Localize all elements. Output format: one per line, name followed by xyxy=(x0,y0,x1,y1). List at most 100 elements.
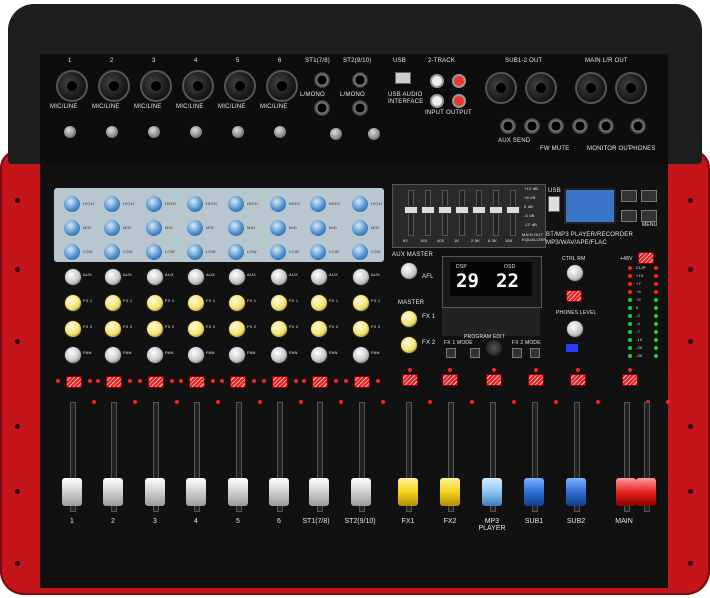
st1-left-jack[interactable] xyxy=(314,72,330,88)
fader-knob-8[interactable] xyxy=(351,478,371,506)
phantom-switch[interactable] xyxy=(638,252,654,264)
rca-in-left[interactable] xyxy=(430,74,444,88)
eq-mid-label[interactable]: MID xyxy=(83,225,91,230)
fx1-knob-ch8[interactable] xyxy=(352,294,370,312)
eq-low-knob-ch1[interactable] xyxy=(64,244,80,260)
fx2-knob-ch8[interactable] xyxy=(352,320,370,338)
eq-high-knob-ch7[interactable] xyxy=(310,196,326,212)
eq-high-knob-ch5[interactable] xyxy=(228,196,244,212)
aux-knob-ch2[interactable] xyxy=(104,268,122,286)
eq-low-label[interactable]: LOW xyxy=(165,249,175,254)
pan-knob-ch8[interactable] xyxy=(352,346,370,364)
bus-mute-button-1[interactable] xyxy=(402,374,418,386)
fw-mute-jack[interactable] xyxy=(548,118,564,134)
mute-button-ch3[interactable] xyxy=(148,376,164,388)
eq-mid-label[interactable]: MID xyxy=(123,225,131,230)
ctrl-rm-knob[interactable] xyxy=(566,264,584,282)
fader-knob-4[interactable] xyxy=(186,478,206,506)
geq-slider-1K[interactable] xyxy=(455,206,469,214)
fader-knob-1[interactable] xyxy=(62,478,82,506)
fader-knob-5[interactable] xyxy=(228,478,248,506)
eq-mid-knob-ch4[interactable] xyxy=(187,220,203,236)
eq-mid-label[interactable]: MID xyxy=(206,225,214,230)
eq-low-label[interactable]: LOW xyxy=(123,249,133,254)
aux-knob-ch3[interactable] xyxy=(146,268,164,286)
eq-mid-knob-ch2[interactable] xyxy=(104,220,120,236)
eq-hi-label[interactable]: HIGH xyxy=(247,201,258,206)
usb-port[interactable] xyxy=(395,72,411,84)
fader-knob-3[interactable] xyxy=(145,478,165,506)
fader-knob-13[interactable] xyxy=(566,478,586,506)
pan-knob-ch6[interactable] xyxy=(270,346,288,364)
eq-low-knob-ch4[interactable] xyxy=(187,244,203,260)
fx2-knob-ch3[interactable] xyxy=(146,320,164,338)
eq-mid-label[interactable]: MID xyxy=(289,225,297,230)
aux-knob-ch7[interactable] xyxy=(310,268,328,286)
eq-hi-label[interactable]: HIGH xyxy=(206,201,217,206)
fx-l-jack[interactable] xyxy=(524,118,540,134)
bus-mute-button-4[interactable] xyxy=(528,374,544,386)
eq-mid-label[interactable]: MID xyxy=(329,225,337,230)
eq-mid-knob-ch8[interactable] xyxy=(352,220,368,236)
eq-high-knob-ch1[interactable] xyxy=(64,196,80,212)
fx1-knob-ch4[interactable] xyxy=(187,294,205,312)
eq-hi-label[interactable]: HIGH xyxy=(371,201,382,206)
eq-high-knob-ch6[interactable] xyxy=(270,196,286,212)
mute-button-ch8[interactable] xyxy=(354,376,370,388)
geq-slider-16K[interactable] xyxy=(506,206,520,214)
eq-low-label[interactable]: LOW xyxy=(289,249,299,254)
gain-knob-6[interactable] xyxy=(274,126,286,138)
aux-knob-ch8[interactable] xyxy=(352,268,370,286)
eq-high-knob-ch8[interactable] xyxy=(352,196,368,212)
bus-mute-button-6[interactable] xyxy=(622,374,638,386)
gain-knob-2[interactable] xyxy=(106,126,118,138)
eq-hi-label[interactable]: HIGH xyxy=(83,201,94,206)
mute-button-ch1[interactable] xyxy=(66,376,82,388)
pan-knob-ch2[interactable] xyxy=(104,346,122,364)
eq-low-knob-ch3[interactable] xyxy=(146,244,162,260)
fx1-down-button[interactable] xyxy=(470,348,480,358)
monitor-out-jack[interactable] xyxy=(598,118,614,134)
eq-mid-knob-ch1[interactable] xyxy=(64,220,80,236)
aux-knob-ch5[interactable] xyxy=(228,268,246,286)
mute-button-ch7[interactable] xyxy=(312,376,328,388)
gain-knob-4[interactable] xyxy=(190,126,202,138)
fader-knob-12[interactable] xyxy=(524,478,544,506)
next-button[interactable] xyxy=(641,190,657,202)
st1-right-jack[interactable] xyxy=(314,100,330,116)
fx2-knob-ch2[interactable] xyxy=(104,320,122,338)
eq-high-knob-ch2[interactable] xyxy=(104,196,120,212)
bus-mute-button-2[interactable] xyxy=(442,374,458,386)
eq-low-label[interactable]: LOW xyxy=(206,249,216,254)
st2-right-jack[interactable] xyxy=(352,100,368,116)
eq-low-label[interactable]: LOW xyxy=(83,249,93,254)
eq-low-knob-ch8[interactable] xyxy=(352,244,368,260)
rca-out-left[interactable] xyxy=(430,94,444,108)
eq-low-knob-ch2[interactable] xyxy=(104,244,120,260)
mute-button-ch6[interactable] xyxy=(272,376,288,388)
st2-left-jack[interactable] xyxy=(352,72,368,88)
fader-knob-2[interactable] xyxy=(103,478,123,506)
fx2-knob-ch1[interactable] xyxy=(64,320,82,338)
rca-in-right[interactable] xyxy=(452,74,466,88)
fader-knob-6[interactable] xyxy=(269,478,289,506)
pan-knob-ch7[interactable] xyxy=(310,346,328,364)
pan-knob-ch3[interactable] xyxy=(146,346,164,364)
fx1-knob-ch3[interactable] xyxy=(146,294,164,312)
pan-knob-ch1[interactable] xyxy=(64,346,82,364)
xlr-input-1[interactable] xyxy=(56,70,88,102)
fader-knob-10[interactable] xyxy=(440,478,460,506)
fader-knob-9[interactable] xyxy=(398,478,418,506)
eq-hi-label[interactable]: HIGH xyxy=(289,201,300,206)
fx1-knob-ch5[interactable] xyxy=(228,294,246,312)
aux-master-knob[interactable] xyxy=(400,262,418,280)
fx1-knob-ch1[interactable] xyxy=(64,294,82,312)
fx2-knob-ch6[interactable] xyxy=(270,320,288,338)
fader-knob-14[interactable] xyxy=(616,478,636,506)
program-edit-encoder[interactable] xyxy=(486,340,502,356)
eq-low-knob-ch6[interactable] xyxy=(270,244,286,260)
eq-hi-label[interactable]: HIGH xyxy=(329,201,340,206)
aux-knob-ch6[interactable] xyxy=(270,268,288,286)
geq-slider-63[interactable] xyxy=(404,206,418,214)
gain-knob-1[interactable] xyxy=(64,126,76,138)
